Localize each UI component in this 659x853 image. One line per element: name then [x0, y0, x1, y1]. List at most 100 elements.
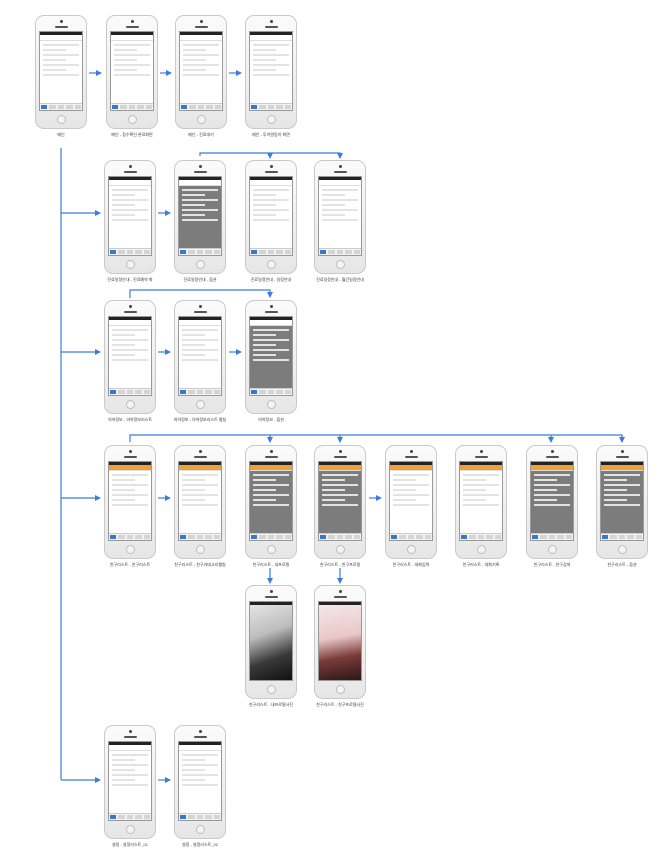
tab-icon — [180, 390, 187, 394]
content-line — [182, 764, 218, 766]
tab-icon — [213, 815, 221, 819]
tab-icon — [205, 250, 212, 254]
status-bar — [250, 602, 292, 605]
tab-icon — [540, 535, 547, 539]
phone-mockup-s22 — [104, 725, 156, 839]
content-line — [253, 59, 277, 61]
speaker-slot — [616, 456, 629, 458]
content-line — [253, 489, 277, 491]
content-line — [114, 54, 150, 56]
content-line — [253, 44, 289, 46]
content-line — [182, 199, 218, 201]
content-line — [253, 339, 289, 341]
screen-caption: 친구리스트 - 옵션 — [607, 562, 637, 567]
tab-icon — [41, 105, 48, 109]
screen-caption: 의약정보 - 옵션 — [258, 417, 284, 422]
camera-icon — [270, 165, 273, 168]
speaker-slot — [265, 171, 278, 173]
tab-icon — [126, 535, 134, 539]
tab-bar — [109, 533, 151, 540]
content-line — [182, 354, 206, 356]
tab-icon — [336, 535, 344, 539]
content-line — [604, 489, 628, 491]
tab-icon — [267, 250, 275, 254]
tab-icon — [143, 535, 151, 539]
content-line — [253, 219, 289, 221]
tab-bar — [179, 388, 221, 395]
screen-header — [109, 465, 151, 471]
tab-icon — [188, 250, 195, 254]
camera-icon — [270, 450, 273, 453]
tab-bar — [109, 388, 151, 395]
content-line — [112, 494, 148, 496]
content-line — [253, 504, 289, 506]
tab-icon — [189, 105, 196, 109]
content-line — [182, 344, 206, 346]
content-line — [322, 479, 346, 481]
screen-header — [179, 745, 221, 751]
content-line — [112, 194, 136, 196]
screen-thumbnail — [318, 601, 362, 681]
content-line — [114, 44, 150, 46]
content-line — [112, 344, 136, 346]
content-line — [393, 484, 429, 486]
tab-icon — [602, 535, 609, 539]
content-line — [114, 64, 150, 66]
content-line — [393, 474, 429, 476]
home-button-icon — [407, 545, 416, 554]
tab-icon — [74, 105, 82, 109]
tab-icon — [565, 535, 573, 539]
screen-header — [179, 465, 221, 471]
screen-header — [180, 35, 222, 41]
home-button-icon — [197, 115, 206, 124]
tab-icon — [391, 535, 398, 539]
content-line — [43, 44, 79, 46]
home-button-icon — [196, 260, 205, 269]
tab-icon — [477, 535, 485, 539]
screen-thumbnail — [179, 31, 223, 111]
tab-icon — [353, 250, 361, 254]
tab-icon — [345, 250, 352, 254]
content-line — [253, 69, 277, 71]
content-line — [322, 189, 358, 191]
tab-icon — [126, 815, 134, 819]
tab-icon — [197, 105, 205, 109]
speaker-slot — [265, 26, 278, 28]
content-line — [182, 769, 206, 771]
speaker-slot — [124, 311, 137, 313]
screen-header — [40, 35, 82, 41]
content-line — [253, 209, 289, 211]
phone-mockup-s15 — [314, 445, 366, 559]
phone-mockup-s23 — [174, 725, 226, 839]
content-line — [112, 484, 148, 486]
content-line — [112, 489, 136, 491]
content-line — [182, 334, 206, 336]
tab-icon — [618, 535, 626, 539]
content-line — [114, 59, 138, 61]
home-button-icon — [267, 260, 276, 269]
content-line — [112, 779, 136, 781]
phone-mockup-s10 — [174, 300, 226, 414]
content-line — [112, 339, 148, 341]
home-button-icon — [548, 545, 557, 554]
content-line — [182, 779, 206, 781]
content-line — [112, 359, 148, 361]
content-line — [182, 754, 218, 756]
camera-icon — [199, 730, 202, 733]
screen-header — [319, 180, 361, 186]
tab-icon — [180, 250, 187, 254]
content-line — [253, 479, 277, 481]
content-line — [322, 489, 346, 491]
screen-thumbnail — [108, 176, 152, 256]
content-line — [112, 474, 148, 476]
camera-icon — [129, 730, 132, 733]
content-line — [183, 54, 219, 56]
speaker-slot — [124, 456, 137, 458]
content-line — [114, 74, 150, 76]
content-line — [183, 64, 219, 66]
content-line — [322, 499, 346, 501]
screen-header — [250, 465, 292, 471]
content-line — [182, 774, 218, 776]
content-line — [112, 764, 148, 766]
content-line — [183, 59, 207, 61]
